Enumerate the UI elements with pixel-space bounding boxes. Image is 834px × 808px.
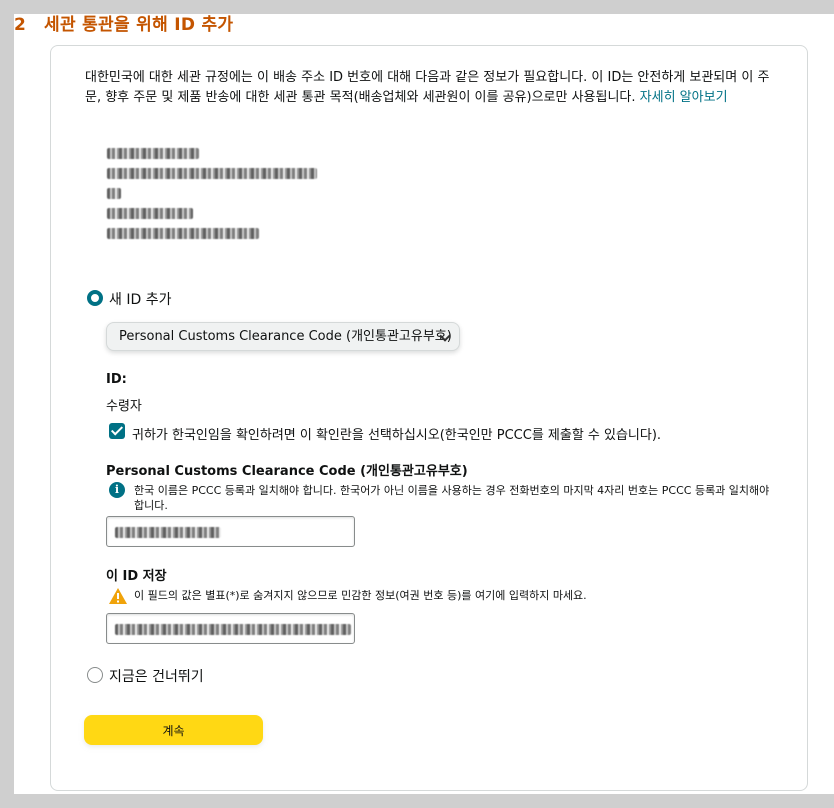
id-type-selected: Personal Customs Clearance Code (개인통관고유부… bbox=[119, 329, 452, 344]
korean-confirm-label[interactable]: 귀하가 한국인임을 확인하려면 이 확인란을 선택하십시오(한국인만 PCCC를… bbox=[132, 424, 661, 443]
skip-radio[interactable] bbox=[87, 667, 103, 683]
shipping-address-redacted bbox=[107, 148, 317, 248]
id-type-dropdown[interactable]: Personal Customs Clearance Code (개인통관고유부… bbox=[106, 322, 460, 351]
intro-text: 대한민국에 대한 세관 규정에는 이 배송 주소 ID 번호에 대해 다음과 같… bbox=[85, 68, 785, 108]
step-title: 세관 통관을 위해 ID 추가 bbox=[44, 15, 234, 35]
save-id-label: 이 ID 저장 bbox=[106, 569, 167, 584]
save-warning-text: 이 필드의 값은 별표(*)로 숨겨지지 않으므로 민감한 정보(여권 번호 등… bbox=[134, 589, 587, 602]
step-number: 2 bbox=[14, 15, 27, 35]
continue-button[interactable]: 계속 bbox=[84, 715, 263, 745]
address-line-redacted bbox=[107, 188, 121, 199]
address-line-redacted bbox=[107, 208, 193, 219]
address-line-redacted bbox=[107, 168, 317, 179]
info-icon: i bbox=[109, 482, 125, 498]
korean-confirm-checkbox[interactable] bbox=[109, 423, 125, 439]
customs-id-card: 대한민국에 대한 세관 규정에는 이 배송 주소 ID 번호에 대해 다음과 같… bbox=[50, 45, 808, 791]
warning-icon bbox=[109, 588, 127, 604]
page: 2 세관 통관을 위해 ID 추가 대한민국에 대한 세관 규정에는 이 배송 주… bbox=[14, 14, 834, 794]
save-id-input[interactable] bbox=[106, 613, 355, 644]
add-new-id-label[interactable]: 새 ID 추가 bbox=[109, 289, 171, 309]
recipient-label: 수령자 bbox=[106, 399, 142, 414]
pccc-label: Personal Customs Clearance Code (개인통관고유부… bbox=[106, 464, 468, 479]
add-new-id-radio[interactable] bbox=[87, 290, 103, 306]
id-label: ID: bbox=[106, 372, 127, 387]
skip-label[interactable]: 지금은 건너뛰기 bbox=[109, 666, 204, 686]
save-id-value-redacted bbox=[115, 624, 351, 635]
step-header: 2 세관 통관을 위해 ID 추가 bbox=[14, 10, 233, 35]
learn-more-link[interactable]: 자세히 알아보기 bbox=[640, 90, 728, 105]
address-line-redacted bbox=[107, 148, 199, 159]
address-line-redacted bbox=[107, 228, 259, 239]
pccc-info-text: 한국 이름은 PCCC 등록과 일치해야 합니다. 한국어가 아닌 이름을 사용… bbox=[134, 484, 770, 512]
pccc-input[interactable] bbox=[106, 516, 355, 547]
pccc-value-redacted bbox=[115, 527, 221, 538]
